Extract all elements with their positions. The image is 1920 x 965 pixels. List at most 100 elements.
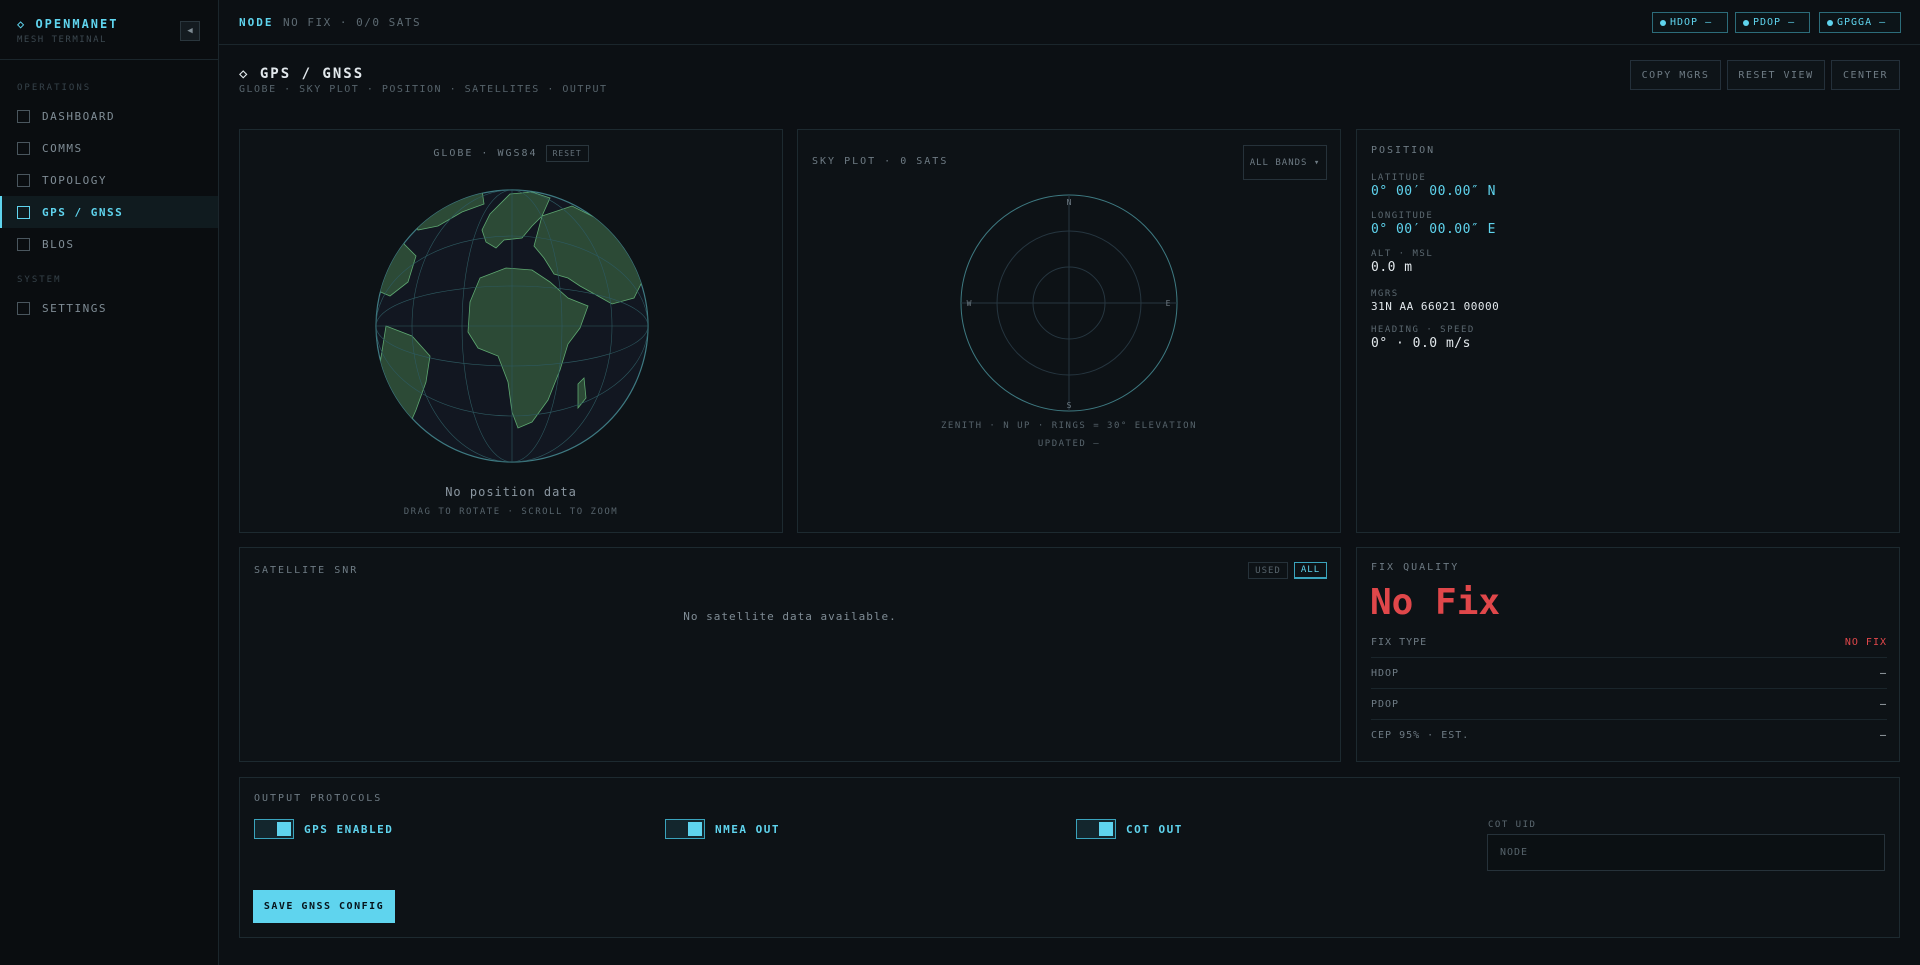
gpgga-pill-label: GPGGA —	[1837, 17, 1887, 28]
checkbox-icon	[17, 205, 30, 219]
globe-panel: GLOBE · WGS84 RESET No position data DRA…	[239, 129, 783, 533]
page-subtitle: GLOBE · SKY PLOT · POSITION · SATELLITES…	[239, 84, 608, 95]
cep-value: —	[1879, 730, 1887, 741]
toggle-knob	[1099, 822, 1113, 836]
toggle-knob	[688, 822, 702, 836]
page-title: ◇ GPS / GNSS	[239, 66, 365, 82]
fix-row-cep: CEP 95% · EST. —	[1371, 720, 1887, 751]
compass-s: S	[1067, 401, 1072, 410]
pdop-value: —	[1879, 698, 1887, 710]
sidebar-item-label: DASHBOARD	[42, 109, 116, 123]
cep-label: CEP 95% · EST.	[1371, 730, 1470, 741]
brand-subtitle: MESH TERMINAL	[17, 35, 107, 45]
position-title: POSITION	[1371, 145, 1436, 156]
node-label: NODE	[239, 16, 274, 29]
latitude-value: 0° 00′ 00.00″ N	[1371, 184, 1496, 199]
status-dot-icon	[1827, 19, 1833, 26]
fix-row-pdop: PDOP —	[1371, 689, 1887, 720]
sidebar-item-label: GPS / GNSS	[42, 205, 124, 219]
globe-hint: DRAG TO ROTATE · SCROLL TO ZOOM	[403, 507, 619, 517]
save-gnss-config-button[interactable]: SAVE GNSS CONFIG	[253, 890, 395, 923]
top-bar: NODE NO FIX · 0/0 SATS HDOP — PDOP — GPG…	[219, 0, 1920, 45]
sky-plot-title: SKY PLOT · 0 SATS	[812, 156, 949, 167]
checkbox-icon	[17, 301, 30, 315]
gpgga-pill[interactable]: GPGGA —	[1819, 12, 1901, 33]
fix-status-big: No Fix	[1370, 582, 1501, 623]
checkbox-icon	[17, 141, 30, 155]
status-dot-icon	[1660, 19, 1666, 26]
cot-out-toggle[interactable]	[1076, 819, 1116, 839]
checkbox-icon	[17, 173, 30, 187]
reset-view-button[interactable]: RESET VIEW	[1727, 60, 1825, 90]
compass-n: N	[1067, 198, 1072, 207]
checkbox-icon	[17, 109, 30, 123]
pdop-pill[interactable]: PDOP —	[1735, 12, 1810, 33]
snr-title: SATELLITE SNR	[254, 565, 359, 576]
toggle-knob	[277, 822, 291, 836]
sky-plot-caption: ZENITH · N UP · RINGS = 30° ELEVATION	[941, 421, 1197, 431]
gps-enabled-toggle[interactable]	[254, 819, 294, 839]
snr-empty-message: No satellite data available.	[683, 610, 897, 623]
sky-plot-updated: UPDATED —	[1037, 439, 1101, 449]
altitude-value: 0.0 m	[1371, 260, 1413, 275]
sidebar-item-label: BLOS	[42, 237, 75, 251]
band-select[interactable]: ALL BANDS ▾	[1243, 145, 1327, 180]
snr-all-toggle[interactable]: ALL	[1294, 562, 1327, 579]
globe-reset-button[interactable]: RESET	[545, 145, 589, 162]
position-panel: POSITION LATITUDE 0° 00′ 00.00″ N LONGIT…	[1356, 129, 1900, 533]
compass-e: E	[1166, 299, 1171, 308]
hdop-label: HDOP	[1371, 667, 1400, 679]
fix-row-hdop: HDOP —	[1371, 658, 1887, 689]
nav-section-operations: OPERATIONS	[17, 83, 92, 93]
cot-uid-input[interactable]: NODE	[1487, 834, 1885, 871]
compass-w: W	[967, 299, 972, 308]
sidebar-item-topology[interactable]: TOPOLOGY	[0, 164, 218, 196]
sidebar-item-label: COMMS	[42, 141, 83, 155]
brand-title: ◇ OPENMANET	[17, 17, 119, 31]
nmea-out-toggle[interactable]	[665, 819, 705, 839]
sidebar-item-gps-gnss[interactable]: GPS / GNSS	[0, 196, 218, 228]
checkbox-icon	[17, 237, 30, 251]
latitude-label: LATITUDE	[1371, 173, 1427, 183]
hdop-value: —	[1879, 667, 1887, 679]
longitude-value: 0° 00′ 00.00″ E	[1371, 222, 1496, 237]
hdop-pill-label: HDOP —	[1670, 17, 1713, 28]
node-status: NO FIX · 0/0 SATS	[283, 16, 422, 29]
fix-quality-panel: FIX QUALITY No Fix FIX TYPE NO FIX HDOP …	[1356, 547, 1900, 762]
gps-enabled-label: GPS ENABLED	[304, 823, 394, 836]
center-button[interactable]: CENTER	[1831, 60, 1900, 90]
globe-status: No position data	[445, 485, 577, 499]
sidebar-item-label: SETTINGS	[42, 301, 107, 315]
brand: ◇ OPENMANET MESH TERMINAL	[17, 17, 118, 45]
heading-speed-label: HEADING · SPEED	[1371, 325, 1475, 335]
globe-title: GLOBE · WGS84	[433, 148, 538, 159]
copy-mgrs-button[interactable]: COPY MGRS	[1630, 60, 1721, 90]
app-root: ◇ OPENMANET MESH TERMINAL ◀ OPERATIONS D…	[0, 0, 1920, 965]
globe-header: GLOBE · WGS84 RESET	[240, 145, 782, 162]
sidebar: ◇ OPENMANET MESH TERMINAL ◀ OPERATIONS D…	[0, 0, 219, 965]
hdop-pill[interactable]: HDOP —	[1652, 12, 1728, 33]
sidebar-item-dashboard[interactable]: DASHBOARD	[0, 100, 218, 132]
sidebar-divider	[0, 59, 219, 60]
mgrs-value: 31N AA 66021 00000	[1371, 300, 1500, 313]
status-dot-icon	[1743, 19, 1749, 26]
globe-canvas[interactable]	[372, 186, 652, 466]
mgrs-label: MGRS	[1371, 289, 1399, 299]
fix-row-type: FIX TYPE NO FIX	[1371, 627, 1887, 658]
fix-quality-title: FIX QUALITY	[1371, 562, 1460, 573]
collapse-sidebar-button[interactable]: ◀	[180, 21, 200, 41]
nav-section-system: SYSTEM	[17, 275, 62, 285]
sidebar-item-settings[interactable]: SETTINGS	[0, 292, 218, 324]
pdop-label: PDOP	[1371, 698, 1400, 710]
sidebar-item-blos[interactable]: BLOS	[0, 228, 218, 260]
snr-used-toggle[interactable]: USED	[1248, 562, 1288, 579]
satellite-snr-panel: SATELLITE SNR No satellite data availabl…	[239, 547, 1341, 762]
nmea-out-label: NMEA OUT	[715, 823, 780, 836]
fix-type-label: FIX TYPE	[1371, 636, 1428, 648]
cot-uid-label: COT UID	[1488, 820, 1537, 830]
fix-type-value: NO FIX	[1844, 636, 1887, 648]
sidebar-item-comms[interactable]: COMMS	[0, 132, 218, 164]
altitude-label: ALT · MSL	[1371, 249, 1434, 259]
cot-out-label: COT OUT	[1126, 823, 1183, 836]
sky-plot-canvas: N E S W	[960, 194, 1178, 412]
